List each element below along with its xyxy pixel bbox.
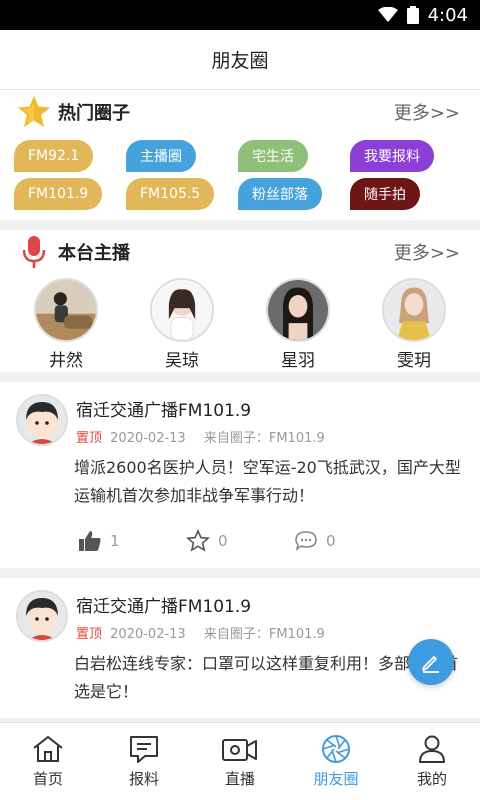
- hot-circles-title: 热门圈子: [58, 103, 130, 124]
- report-icon: [130, 736, 158, 763]
- home-icon: [33, 735, 63, 762]
- circle-tag[interactable]: 随手拍: [350, 178, 420, 210]
- host-item[interactable]: 雯玥: [364, 278, 464, 371]
- host-list: 井然 吴琼 星羽 雯玥: [0, 274, 480, 372]
- microphone-icon: [16, 234, 52, 270]
- host-name: 吴琼: [165, 351, 199, 371]
- tab-mine[interactable]: 我的: [384, 723, 480, 800]
- post-card[interactable]: 宿迁交通广播FM101.9 置顶 2020-02-13 来自圈子：FM101.9…: [0, 578, 480, 718]
- pinned-badge: 置顶: [76, 431, 103, 446]
- host-avatar: [34, 278, 98, 342]
- aperture-icon: [322, 735, 350, 763]
- post-date: 2020-02-13: [110, 627, 186, 642]
- tab-label: 直播: [224, 770, 255, 788]
- circle-tag-list: FM92.1 主播圈 宅生活 我要报料 FM101.9 FM105.5 粉丝部落…: [0, 134, 480, 220]
- pinned-badge: 置顶: [76, 627, 103, 642]
- hot-circles-header: 热门圈子 更多>>: [0, 90, 480, 134]
- bottom-tab-bar: 首页 报料 直播 朋友圈 我的: [0, 722, 480, 800]
- hot-circles-section: 热门圈子 更多>> FM92.1 主播圈 宅生活 我要报料 FM101.9 FM…: [0, 90, 480, 220]
- comment-icon: [295, 531, 317, 551]
- host-item[interactable]: 吴琼: [132, 278, 232, 371]
- circle-tag[interactable]: 我要报料: [350, 140, 434, 172]
- post-meta: 宿迁交通广播FM101.9 置顶 2020-02-13 来自圈子：FM101.9: [76, 394, 464, 446]
- post-text[interactable]: 白岩松连线专家：口罩可以这样重复利用！多部消毒首选是它！: [74, 650, 464, 706]
- circle-tag[interactable]: FM92.1: [14, 140, 94, 172]
- page-title: 朋友圈: [211, 50, 269, 72]
- post-date: 2020-02-13: [110, 431, 186, 446]
- hosts-header: 本台主播 更多>>: [0, 230, 480, 274]
- post-card[interactable]: 宿迁交通广播FM101.9 置顶 2020-02-13 来自圈子：FM101.9…: [0, 382, 480, 568]
- like-button[interactable]: 1: [78, 530, 186, 552]
- user-icon: [419, 735, 445, 763]
- post-text[interactable]: 增派2600名医护人员！空军运-20飞抵武汉，国产大型运输机首次参加非战争军事行…: [74, 454, 464, 510]
- like-count: 1: [110, 532, 120, 550]
- tab-report[interactable]: 报料: [96, 723, 192, 800]
- post-meta: 宿迁交通广播FM101.9 置顶 2020-02-13 来自圈子：FM101.9: [76, 590, 464, 642]
- hot-circles-more-link[interactable]: 更多>>: [394, 99, 460, 125]
- battery-icon: [406, 6, 419, 24]
- circle-tag[interactable]: FM105.5: [126, 178, 215, 210]
- comment-count: 0: [326, 532, 336, 550]
- pencil-icon: [422, 656, 439, 673]
- favorite-count: 0: [218, 532, 228, 550]
- tab-home[interactable]: 首页: [0, 723, 96, 800]
- status-time: 4:04: [427, 4, 468, 26]
- post-author[interactable]: 宿迁交通广播FM101.9: [76, 396, 464, 421]
- post-subline: 置顶 2020-02-13 来自圈子：FM101.9: [76, 427, 464, 446]
- post-source[interactable]: 来自圈子：FM101.9: [204, 627, 325, 642]
- host-name: 井然: [49, 351, 83, 371]
- tab-label: 首页: [32, 770, 63, 788]
- hosts-title: 本台主播: [58, 243, 130, 264]
- circle-tag[interactable]: FM101.9: [14, 178, 103, 210]
- post-author[interactable]: 宿迁交通广播FM101.9: [76, 592, 464, 617]
- tab-live[interactable]: 直播: [192, 723, 288, 800]
- hosts-more-link[interactable]: 更多>>: [394, 239, 460, 265]
- host-name: 星羽: [281, 351, 315, 371]
- post-header: 宿迁交通广播FM101.9 置顶 2020-02-13 来自圈子：FM101.9: [16, 394, 464, 446]
- tab-label: 报料: [128, 770, 159, 788]
- host-item[interactable]: 井然: [16, 278, 116, 371]
- camera-icon: [222, 739, 257, 761]
- post-avatar[interactable]: [16, 394, 68, 446]
- star-icon: [16, 94, 52, 130]
- status-bar: 4:04: [0, 0, 480, 30]
- post-avatar[interactable]: [16, 590, 68, 642]
- compose-post-button[interactable]: [408, 639, 454, 685]
- host-name: 雯玥: [397, 351, 431, 371]
- star-outline-icon: [186, 529, 210, 552]
- host-avatar: [266, 278, 330, 342]
- comment-button[interactable]: 0: [294, 530, 402, 552]
- tab-label: 我的: [416, 770, 447, 788]
- host-avatar: [150, 278, 214, 342]
- circle-tag[interactable]: 粉丝部落: [238, 178, 322, 210]
- circle-tag[interactable]: 主播圈: [126, 140, 196, 172]
- hosts-section: 本台主播 更多>> 井然 吴琼 星羽 雯玥: [0, 230, 480, 372]
- thumbs-up-icon: [79, 531, 101, 551]
- post-actions: 1 0 0: [78, 526, 464, 556]
- tab-label: 朋友圈: [313, 770, 359, 788]
- tab-friends-circle[interactable]: 朋友圈: [288, 723, 384, 800]
- favorite-button[interactable]: 0: [186, 529, 294, 553]
- circle-tag[interactable]: 宅生活: [238, 140, 308, 172]
- wifi-icon: [377, 7, 398, 22]
- host-avatar: [382, 278, 446, 342]
- page-title-bar: 朋友圈: [0, 30, 480, 90]
- host-item[interactable]: 星羽: [248, 278, 348, 371]
- post-header: 宿迁交通广播FM101.9 置顶 2020-02-13 来自圈子：FM101.9: [16, 590, 464, 642]
- post-subline: 置顶 2020-02-13 来自圈子：FM101.9: [76, 623, 464, 642]
- post-source[interactable]: 来自圈子：FM101.9: [204, 431, 325, 446]
